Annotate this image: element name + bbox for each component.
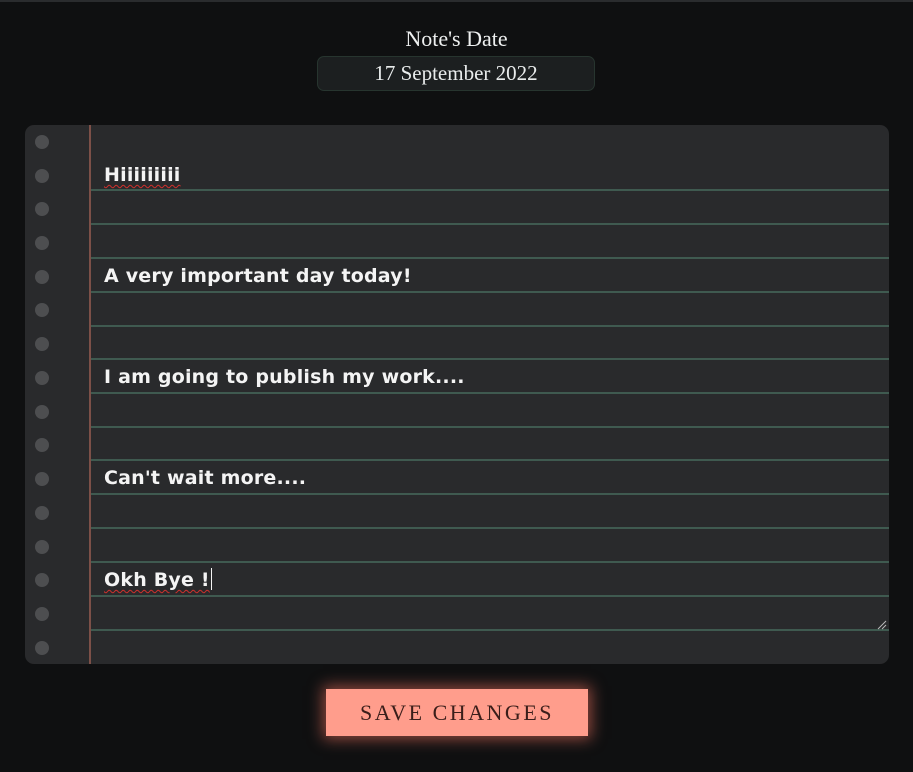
note-editor[interactable]: Hiiiiiiiii A very important day today! I… xyxy=(25,125,889,664)
note-line: I am going to publish my work.... xyxy=(104,366,465,388)
binder-hole xyxy=(35,405,49,419)
text-caret xyxy=(210,568,212,590)
binder-hole xyxy=(35,135,49,149)
resize-handle-icon[interactable] xyxy=(875,618,887,630)
ruled-line xyxy=(91,223,889,225)
ruled-line xyxy=(91,392,889,394)
ruled-line xyxy=(91,459,889,461)
binder-hole xyxy=(35,641,49,655)
binder-hole xyxy=(35,202,49,216)
binder-hole xyxy=(35,540,49,554)
ruled-line xyxy=(91,325,889,327)
save-changes-button[interactable]: SAVE CHANGES xyxy=(326,689,588,736)
ruled-line xyxy=(91,426,889,428)
binder-hole xyxy=(35,169,49,183)
binder-hole xyxy=(35,303,49,317)
ruled-line xyxy=(91,629,889,631)
ruled-line xyxy=(91,291,889,293)
ruled-line xyxy=(91,189,889,191)
date-input[interactable]: 17 September 2022 xyxy=(317,56,595,91)
note-line: Okh Bye ! xyxy=(104,569,210,591)
ruled-line xyxy=(91,527,889,529)
note-line-with-caret: Okh Bye ! xyxy=(104,568,212,591)
binder-hole xyxy=(35,506,49,520)
note-line: A very important day today! xyxy=(104,265,412,287)
ruled-line xyxy=(91,595,889,597)
ruled-line xyxy=(91,493,889,495)
binder-hole xyxy=(35,371,49,385)
note-line: Hiiiiiiiii xyxy=(104,164,181,186)
binder-hole xyxy=(35,438,49,452)
ruled-line xyxy=(91,257,889,259)
ruled-line xyxy=(91,358,889,360)
binder-hole xyxy=(35,573,49,587)
binder-hole xyxy=(35,236,49,250)
margin-line xyxy=(89,125,91,664)
binder-hole xyxy=(35,607,49,621)
note-line: Can't wait more.... xyxy=(104,467,307,489)
date-label: Note's Date xyxy=(405,26,508,51)
binder-hole xyxy=(35,270,49,284)
binder-hole xyxy=(35,337,49,351)
binder-hole xyxy=(35,472,49,486)
top-border xyxy=(0,0,913,2)
ruled-line xyxy=(91,561,889,563)
